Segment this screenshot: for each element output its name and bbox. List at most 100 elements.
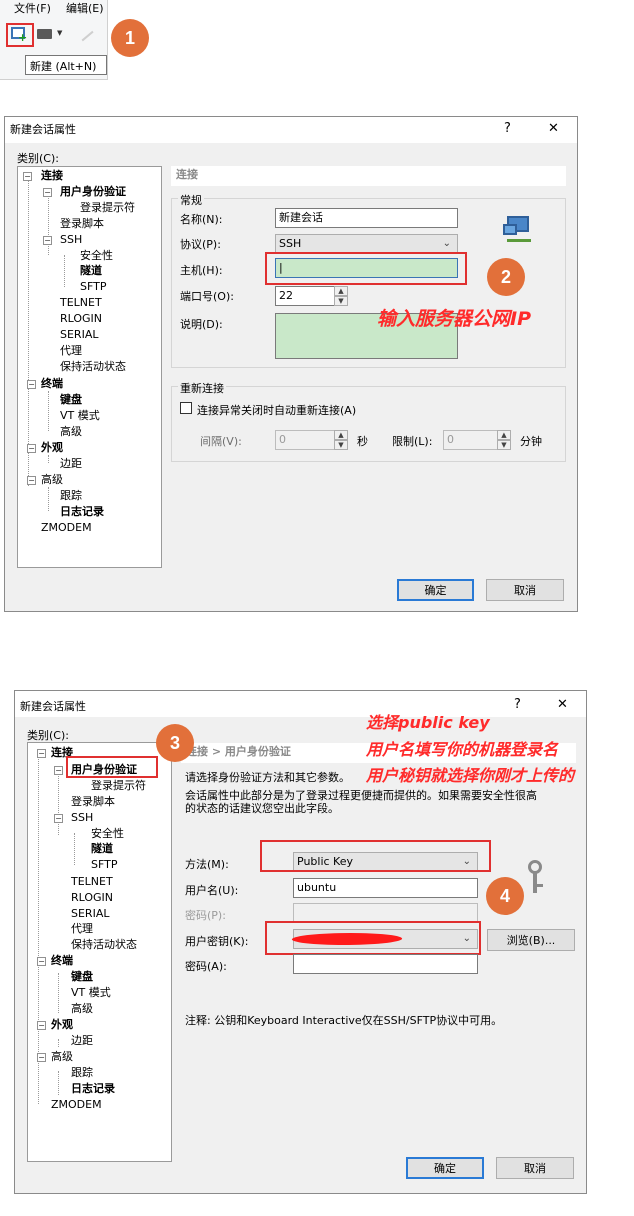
tree-keyboard[interactable]: 键盘 — [60, 393, 82, 407]
step-badge-3: 3 — [156, 724, 194, 762]
close-button[interactable]: ✕ — [548, 121, 559, 136]
ok-button-2[interactable]: 确定 — [406, 1157, 484, 1179]
expand-advanced-icon[interactable]: − — [27, 476, 36, 485]
expand-auth-icon[interactable]: − — [43, 188, 52, 197]
tree-login-script[interactable]: 登录脚本 — [60, 217, 104, 231]
host-highlight — [265, 252, 467, 285]
tree-tunnel-2[interactable]: 隧道 — [91, 842, 113, 856]
tooltip-text: 新建 (Alt+N) — [30, 60, 97, 73]
protocol-select[interactable]: SSH ⌄ — [275, 234, 458, 254]
port-up-icon[interactable]: ▲ — [334, 286, 348, 296]
reconnect-checkbox[interactable] — [180, 402, 192, 414]
tree-proxy[interactable]: 代理 — [60, 344, 82, 358]
open-folder-icon[interactable] — [37, 29, 52, 39]
tree-keyboard-2[interactable]: 键盘 — [71, 970, 93, 984]
tree-log[interactable]: 日志记录 — [60, 505, 104, 519]
tree-terminal-advanced[interactable]: 高级 — [60, 425, 82, 439]
tree-telnet-2[interactable]: TELNET — [71, 875, 113, 889]
tree-tunnel[interactable]: 隧道 — [80, 264, 102, 278]
limit-input[interactable]: 0 — [443, 430, 498, 450]
username-input[interactable]: ubuntu — [293, 878, 478, 898]
passphrase-input[interactable] — [293, 954, 478, 974]
limit-up-icon[interactable]: ▲ — [497, 430, 511, 440]
annotation-username: 用户名填写你的机器登录名 — [366, 740, 559, 759]
expand-appearance-icon[interactable]: − — [27, 444, 36, 453]
interval-up-icon[interactable]: ▲ — [334, 430, 348, 440]
tree-zmodem-2[interactable]: ZMODEM — [51, 1098, 102, 1112]
tree-serial-2[interactable]: SERIAL — [71, 907, 109, 921]
menu-file[interactable]: 文件(F) — [14, 0, 51, 16]
help-button[interactable]: ? — [504, 121, 511, 136]
cancel-button[interactable]: 取消 — [486, 579, 564, 601]
tree-log-2[interactable]: 日志记录 — [71, 1082, 115, 1096]
tree-sftp[interactable]: SFTP — [80, 280, 106, 294]
name-input[interactable]: 新建会话 — [275, 208, 458, 228]
interval-input[interactable]: 0 — [275, 430, 335, 450]
tree-rlogin[interactable]: RLOGIN — [60, 312, 102, 326]
tree-auth[interactable]: 用户身份验证 — [60, 185, 126, 199]
port-label: 端口号(O): — [180, 290, 234, 303]
tree-zmodem[interactable]: ZMODEM — [41, 521, 92, 535]
limit-label: 限制(L): — [392, 435, 433, 448]
tree-appearance[interactable]: 外观 — [41, 441, 63, 455]
interval-label: 间隔(V): — [200, 435, 242, 448]
tree-terminal[interactable]: 终端 — [41, 377, 63, 391]
expand-connection-icon[interactable]: − — [23, 172, 32, 181]
expand-terminal-icon-2[interactable]: − — [37, 957, 46, 966]
tree-ssh[interactable]: SSH — [60, 233, 82, 247]
expand-connection-icon-2[interactable]: − — [37, 749, 46, 758]
tree-ssh-2[interactable]: SSH — [71, 811, 93, 825]
tree-appearance-2[interactable]: 外观 — [51, 1018, 73, 1032]
tree-login-prompt-2[interactable]: 登录提示符 — [91, 779, 146, 793]
browse-button[interactable]: 浏览(B)... — [487, 929, 575, 951]
expand-ssh-icon-2[interactable]: − — [54, 814, 63, 823]
expand-auth-icon-2[interactable]: − — [54, 766, 63, 775]
tree-terminal-advanced-2[interactable]: 高级 — [71, 1002, 93, 1016]
expand-appearance-icon-2[interactable]: − — [37, 1021, 46, 1030]
step-badge-2: 2 — [487, 258, 525, 296]
expand-ssh-icon[interactable]: − — [43, 236, 52, 245]
port-down-icon[interactable]: ▼ — [334, 296, 348, 306]
username-label: 用户名(U): — [185, 884, 239, 897]
method-label: 方法(M): — [185, 858, 229, 871]
tree-telnet[interactable]: TELNET — [60, 296, 102, 310]
tree-keepalive-2[interactable]: 保持活动状态 — [71, 938, 137, 952]
tree-margin[interactable]: 边距 — [60, 457, 82, 471]
tree-vt-mode[interactable]: VT 模式 — [60, 409, 100, 423]
tree-login-script-2[interactable]: 登录脚本 — [71, 795, 115, 809]
expand-terminal-icon[interactable]: − — [27, 380, 36, 389]
tree-advanced[interactable]: 高级 — [41, 473, 63, 487]
tree-margin-2[interactable]: 边距 — [71, 1034, 93, 1048]
annotation-key: 用户秘钥就选择你刚才上传的 — [366, 766, 575, 785]
ok-button[interactable]: 确定 — [397, 579, 474, 601]
limit-down-icon[interactable]: ▼ — [497, 440, 511, 450]
tree-sftp-2[interactable]: SFTP — [91, 858, 117, 872]
password-input[interactable] — [293, 903, 478, 923]
menu-edit[interactable]: 编辑(E) — [66, 0, 104, 16]
close-button-2[interactable]: ✕ — [557, 697, 568, 712]
cancel-button-2[interactable]: 取消 — [496, 1157, 574, 1179]
tree-terminal-2[interactable]: 终端 — [51, 954, 73, 968]
tree-security[interactable]: 安全性 — [80, 249, 113, 263]
tree-security-2[interactable]: 安全性 — [91, 827, 124, 841]
tree-login-prompt[interactable]: 登录提示符 — [80, 201, 135, 215]
tree-proxy-2[interactable]: 代理 — [71, 922, 93, 936]
tree-trace[interactable]: 跟踪 — [60, 489, 82, 503]
dropdown-arrow-icon[interactable]: ▼ — [57, 29, 62, 37]
tree-keepalive[interactable]: 保持活动状态 — [60, 360, 126, 374]
help-button-2[interactable]: ? — [514, 697, 521, 712]
interval-down-icon[interactable]: ▼ — [334, 440, 348, 450]
tree-advanced-2[interactable]: 高级 — [51, 1050, 73, 1064]
tree-rlogin-2[interactable]: RLOGIN — [71, 891, 113, 905]
password-label: 密码(P): — [185, 909, 226, 922]
annotation-host: 输入服务器公网IP — [377, 308, 531, 330]
tree-connection[interactable]: 连接 — [41, 169, 63, 183]
host-label: 主机(H): — [180, 264, 223, 277]
tree-vt-mode-2[interactable]: VT 模式 — [71, 986, 111, 1000]
tree-serial[interactable]: SERIAL — [60, 328, 98, 342]
tree-trace-2[interactable]: 跟踪 — [71, 1066, 93, 1080]
intro-line-1: 请选择身份验证方法和其它参数。 — [185, 771, 350, 784]
port-input[interactable]: 22 — [275, 286, 335, 306]
expand-advanced-icon-2[interactable]: − — [37, 1053, 46, 1062]
step-badge-4: 4 — [486, 877, 524, 915]
